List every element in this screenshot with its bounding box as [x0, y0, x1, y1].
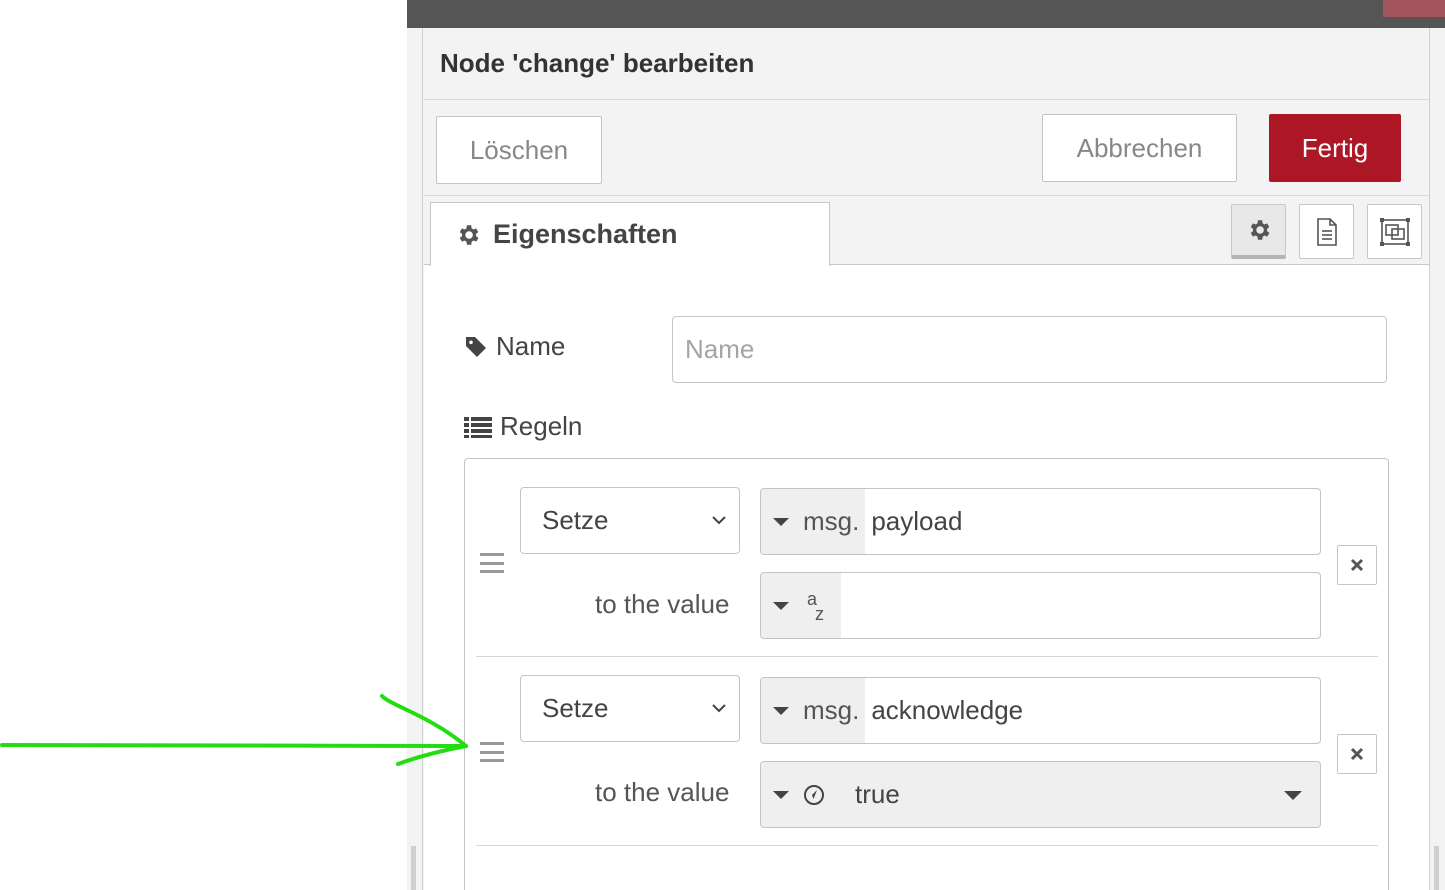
rules-label-row: Regeln	[464, 411, 582, 442]
chevron-down-icon	[712, 516, 726, 525]
rule-value-select[interactable]: true	[760, 761, 1321, 828]
chevron-down-icon	[712, 704, 726, 713]
svg-text:z: z	[815, 604, 824, 623]
document-icon	[1316, 217, 1337, 246]
header-divider	[424, 99, 1429, 100]
tray-title: Node 'change' bearbeiten	[440, 48, 755, 78]
target-value[interactable]: payload	[865, 489, 962, 554]
drag-handle-icon[interactable]	[480, 742, 504, 762]
dropdown-caret-icon	[1284, 791, 1302, 800]
rule-divider	[476, 845, 1378, 846]
to-the-value-label: to the value	[595, 589, 730, 619]
target-type-button[interactable]: msg.	[761, 678, 866, 743]
to-the-value-label: to the value	[595, 777, 730, 807]
resize-handle-left[interactable]	[411, 846, 416, 890]
cancel-button[interactable]: Abbrechen	[1042, 114, 1237, 182]
value-type-button[interactable]	[761, 762, 849, 827]
delete-button[interactable]: Löschen	[436, 116, 602, 184]
caret-down-icon	[773, 706, 789, 715]
tray-left-edge	[407, 28, 423, 890]
value-text[interactable]	[841, 573, 847, 638]
rule-action-value: Setze	[542, 693, 609, 723]
tray-right-edge	[1429, 28, 1445, 890]
done-button[interactable]: Fertig	[1269, 114, 1401, 182]
rule-action-value: Setze	[542, 505, 609, 535]
tag-icon	[466, 336, 486, 357]
name-label-row: Name	[464, 331, 565, 362]
tabs-divider	[424, 195, 1429, 196]
caret-down-icon	[773, 790, 789, 799]
boolean-value: true	[855, 779, 900, 809]
properties-view-button[interactable]	[1231, 204, 1286, 259]
target-type-button[interactable]: msg.	[761, 489, 866, 554]
name-label: Name	[496, 331, 566, 361]
topbar-corner-marker	[1383, 0, 1445, 17]
rules-label: Regeln	[500, 411, 583, 441]
target-prefix: msg.	[803, 506, 860, 536]
value-text[interactable]: true	[849, 762, 1320, 827]
page: Node 'change' bearbeiten Löschen Abbrech…	[0, 0, 1445, 890]
caret-down-icon	[773, 601, 789, 610]
target-prefix: msg.	[803, 695, 860, 725]
value-type-button[interactable]: a z	[761, 573, 841, 638]
editor-top-bar	[407, 0, 1445, 28]
caret-down-icon	[773, 517, 789, 526]
name-input[interactable]	[672, 316, 1387, 383]
remove-rule-button[interactable]	[1337, 545, 1377, 585]
remove-rule-button[interactable]	[1337, 734, 1377, 774]
tab-properties[interactable]: Eigenschaften	[430, 202, 830, 266]
rule-action-select[interactable]: Setze	[520, 675, 740, 742]
rule-target-input[interactable]: msg. acknowledge	[760, 677, 1321, 744]
drag-handle-icon[interactable]	[480, 553, 504, 573]
boolean-icon	[804, 784, 824, 805]
rule-target-input[interactable]: msg. payload	[760, 488, 1321, 555]
list-icon	[464, 416, 492, 438]
appearance-view-button[interactable]	[1367, 204, 1422, 259]
frame-icon	[1379, 217, 1410, 246]
target-value[interactable]: acknowledge	[865, 678, 1023, 743]
string-az-icon: a z	[807, 589, 824, 623]
gear-icon	[459, 224, 479, 245]
rule-divider	[476, 656, 1378, 657]
description-view-button[interactable]	[1299, 204, 1354, 259]
tab-properties-label: Eigenschaften	[493, 219, 678, 249]
scrollbar-right[interactable]	[1434, 846, 1439, 890]
close-icon	[1350, 558, 1364, 572]
close-icon	[1350, 747, 1364, 761]
rule-value-input[interactable]: a z	[760, 572, 1321, 639]
rule-action-select[interactable]: Setze	[520, 487, 740, 554]
gear-icon	[1250, 220, 1269, 240]
